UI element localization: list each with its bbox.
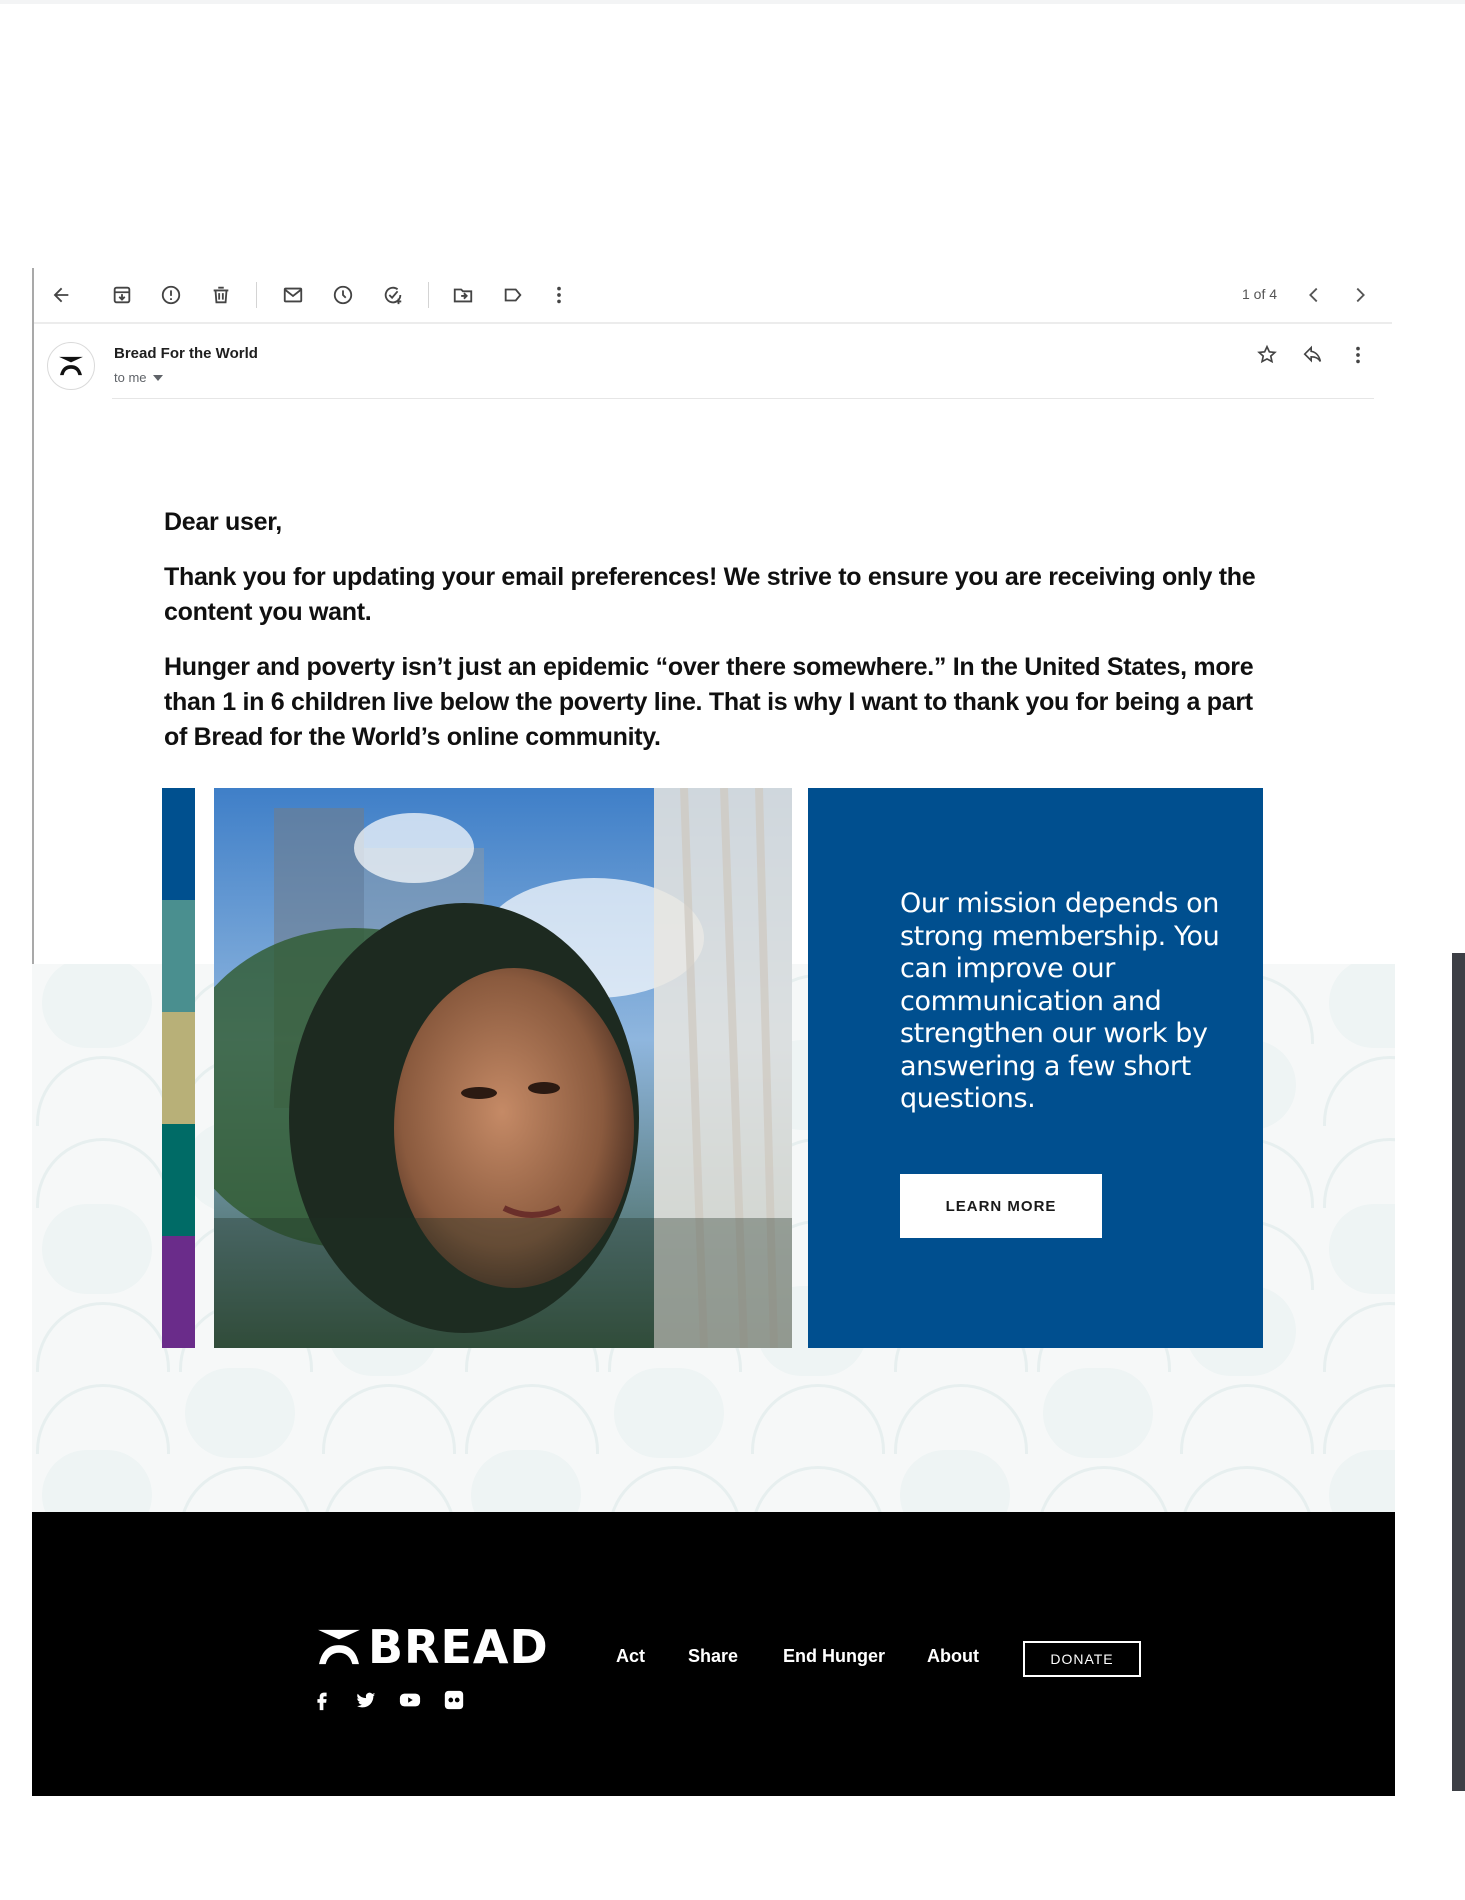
back-arrow-icon[interactable] [46,280,76,310]
mark-unread-icon[interactable] [278,280,308,310]
pattern-shape [42,1450,152,1512]
avatar[interactable] [47,342,95,390]
footer-nav-about[interactable]: About [927,1646,979,1667]
email-greeting: Dear user, [164,508,282,536]
bread-logo-icon [59,356,83,376]
toolbar-divider [256,282,257,308]
star-icon[interactable] [1252,340,1282,370]
add-to-tasks-icon[interactable] [378,280,408,310]
footer-nav-end-hunger[interactable]: End Hunger [783,1646,885,1667]
more-vert-icon[interactable] [1343,340,1373,370]
pattern-shape [36,1138,170,1208]
more-vert-icon[interactable] [544,280,574,310]
toolbar-divider [428,282,429,308]
pattern-shape [179,1466,313,1512]
report-spam-icon[interactable] [156,280,186,310]
snooze-icon[interactable] [328,280,358,310]
pattern-shape [471,1450,581,1512]
email-paragraph-2: Hunger and poverty isn’t just an epidemi… [164,653,1254,751]
recipient-details[interactable]: to me [114,370,163,385]
move-to-icon[interactable] [448,280,478,310]
footer: BREAD Act Share End Hunger About DONATE [32,1512,1395,1796]
pattern-shape [1180,1384,1314,1454]
pattern-shape [42,1204,152,1294]
pattern-shape [1329,1204,1395,1294]
pattern-shape [608,1466,742,1512]
pattern-shape [1323,1302,1395,1372]
pattern-shape [322,1466,456,1512]
footer-nav-share[interactable]: Share [688,1646,738,1667]
mission-text: Our mission depends on strong membership… [900,888,1220,1114]
flickr-icon[interactable] [442,1688,466,1712]
email-paragraph-1: Thank you for updating your email prefer… [164,563,1256,626]
pagination-count: 1 of 4 [1242,286,1278,302]
pattern-shape [1323,1384,1395,1454]
pattern-shape [322,1384,456,1454]
scrollbar[interactable] [1452,953,1465,1791]
pattern-shape [1329,964,1395,1048]
pattern-shape [185,1368,295,1458]
header-divider [112,398,1374,399]
archive-icon[interactable] [107,280,137,310]
footer-nav-act[interactable]: Act [616,1646,645,1667]
delete-icon[interactable] [206,280,236,310]
chevron-right-icon[interactable] [1345,280,1375,310]
recipient-label: to me [114,370,147,385]
pattern-shape [1043,1368,1153,1458]
hero-photo [214,788,792,1348]
color-stripe [162,1124,195,1236]
color-stripe [162,1236,195,1348]
donate-button[interactable]: DONATE [1023,1641,1141,1677]
pattern-shape [1329,1450,1395,1512]
pattern-shape [36,1056,170,1126]
pattern-shape [36,1384,170,1454]
label-icon[interactable] [498,280,528,310]
youtube-icon[interactable] [398,1688,422,1712]
color-stripe [162,788,195,900]
bread-logo[interactable]: BREAD [316,1620,549,1674]
color-stripes [162,788,195,1348]
pattern-shape [751,1466,885,1512]
pattern-shape [42,964,152,1048]
social-links [310,1688,466,1712]
top-hairline [0,0,1465,4]
pattern-shape [751,1384,885,1454]
pattern-shape [900,1450,1010,1512]
pattern-shape [36,1302,170,1372]
sender-header: Bread For the World to me [34,330,1392,402]
pattern-shape [1323,1138,1395,1208]
pattern-shape [894,1384,1028,1454]
pattern-shape [1037,1466,1171,1512]
pattern-shape [1180,1466,1314,1512]
pattern-shape [614,1368,724,1458]
reply-icon[interactable] [1298,340,1328,370]
pattern-shape [1323,1056,1395,1126]
logo-text: BREAD [368,1620,549,1674]
bread-logo-icon [318,1629,360,1665]
color-stripe [162,900,195,1012]
color-stripe [162,1012,195,1124]
twitter-icon[interactable] [354,1688,378,1712]
chevron-left-icon[interactable] [1299,280,1329,310]
sender-name[interactable]: Bread For the World [114,345,258,362]
learn-more-button[interactable]: LEARN MORE [900,1174,1102,1238]
mission-card: Our mission depends on strong membership… [808,788,1263,1348]
caret-down-icon[interactable] [152,374,163,381]
pattern-shape [465,1384,599,1454]
email-toolbar: 1 of 4 [34,268,1392,324]
facebook-icon[interactable] [310,1688,334,1712]
